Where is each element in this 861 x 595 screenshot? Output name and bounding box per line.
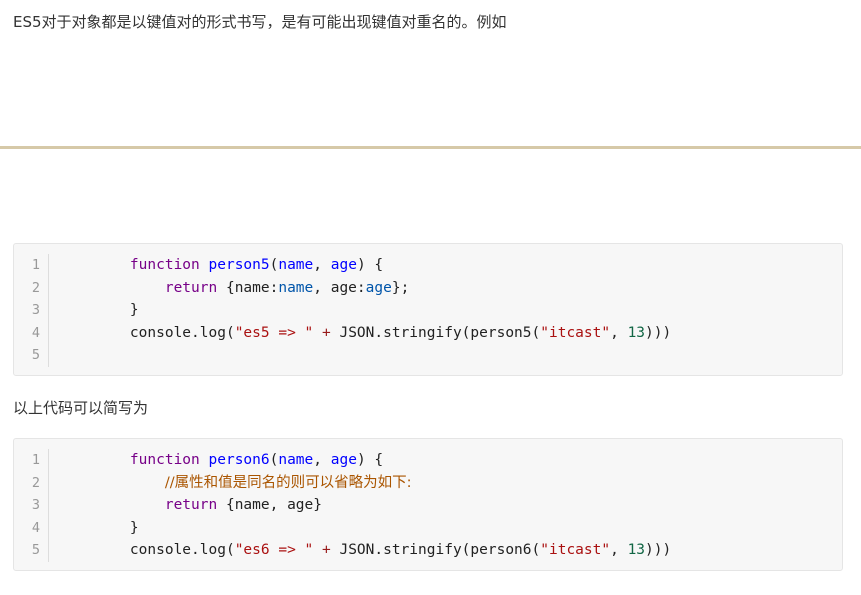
code-token: } [95,302,139,318]
code-token: 13 [627,324,646,341]
code-token: JSON.stringify(person5( [330,324,541,341]
code-line: 3 } [14,299,842,322]
code-line: 1 function person5(name, age) { [14,254,842,277]
code-token: ) { [356,257,384,273]
code-token: , [610,542,628,558]
code-lines: 1 function person6(name, age) {2 //属性和值是… [14,449,842,562]
code-text: return {name, age} [95,494,322,517]
code-text: console.log("es6 => " + JSON.stringify(p… [95,539,671,562]
line-number: 4 [31,519,40,536]
code-token: {name, age} [217,497,322,513]
code-token: person5 [208,257,270,273]
code-token: age [330,257,357,273]
code-token: + [322,324,331,341]
code-lines: 1 function person5(name, age) {2 return … [14,254,842,367]
code-token: ))) [645,542,672,558]
code-token: "itcast" [540,324,611,341]
line-number: 5 [31,542,40,558]
code-block-es5: 1 function person5(name, age) {2 return … [13,243,843,376]
code-token: console.log( [95,324,235,341]
code-text: function person6(name, age) { [95,449,383,472]
code-line: 5 console.log("es6 => " + JSON.stringify… [14,539,842,562]
code-token: return [164,497,218,513]
line-number: 2 [31,279,40,296]
code-line: 4 console.log("es5 => " + JSON.stringify… [14,322,842,345]
code-token: name [278,257,314,273]
code-token: , [313,452,331,468]
code-token: , age: [313,279,366,296]
code-token: console.log( [95,542,235,558]
code-text: } [95,299,139,322]
code-token: , [313,257,331,273]
code-token: age [330,452,357,468]
line-number: 3 [31,302,40,318]
shorthand-paragraph: 以上代码可以简写为 [13,399,149,417]
code-text: function person5(name, age) { [95,254,383,277]
code-line: 2 return {name:name, age:age}; [14,277,842,300]
line-number: 1 [31,452,40,468]
code-text: } [95,517,139,540]
code-token: //属性和值是同名的则可以省略为如下: [164,474,412,491]
code-token: + [322,542,331,558]
code-token: age [365,279,392,296]
code-token: function [129,452,200,468]
code-line: 2 //属性和值是同名的则可以省略为如下: [14,472,842,495]
code-token: , [610,324,628,341]
code-block-es6: 1 function person6(name, age) {2 //属性和值是… [13,438,843,571]
code-token: name [278,279,314,296]
line-number: 2 [31,474,40,491]
code-line: 4 } [14,517,842,540]
code-token: JSON.stringify(person6( [330,542,541,558]
line-number: 1 [31,257,40,273]
code-token: {name: [217,279,279,296]
code-token: 13 [627,542,646,558]
code-token: ))) [645,324,672,341]
code-line: 1 function person6(name, age) { [14,449,842,472]
code-token: }; [391,279,410,296]
code-token: return [164,279,218,296]
line-number: 5 [31,347,40,363]
code-token: "es6 => " [234,542,314,558]
code-text: return {name:name, age:age}; [95,277,409,300]
code-line: 5 [14,344,842,367]
section-divider [0,146,861,149]
line-number: 3 [31,497,40,513]
intro-paragraph: ES5对于对象都是以键值对的形式书写，是有可能出现键值对重名的。例如 [13,13,507,31]
code-token: "es5 => " [234,324,314,341]
code-token: person6 [208,452,270,468]
line-number: 4 [31,324,40,341]
code-token: "itcast" [540,542,611,558]
code-token: } [95,519,139,536]
code-text: console.log("es5 => " + JSON.stringify(p… [95,322,671,345]
code-token: name [278,452,314,468]
code-token: function [129,257,200,273]
code-text: //属性和值是同名的则可以省略为如下: [95,472,412,495]
code-line: 3 return {name, age} [14,494,842,517]
code-token: ) { [356,452,384,468]
